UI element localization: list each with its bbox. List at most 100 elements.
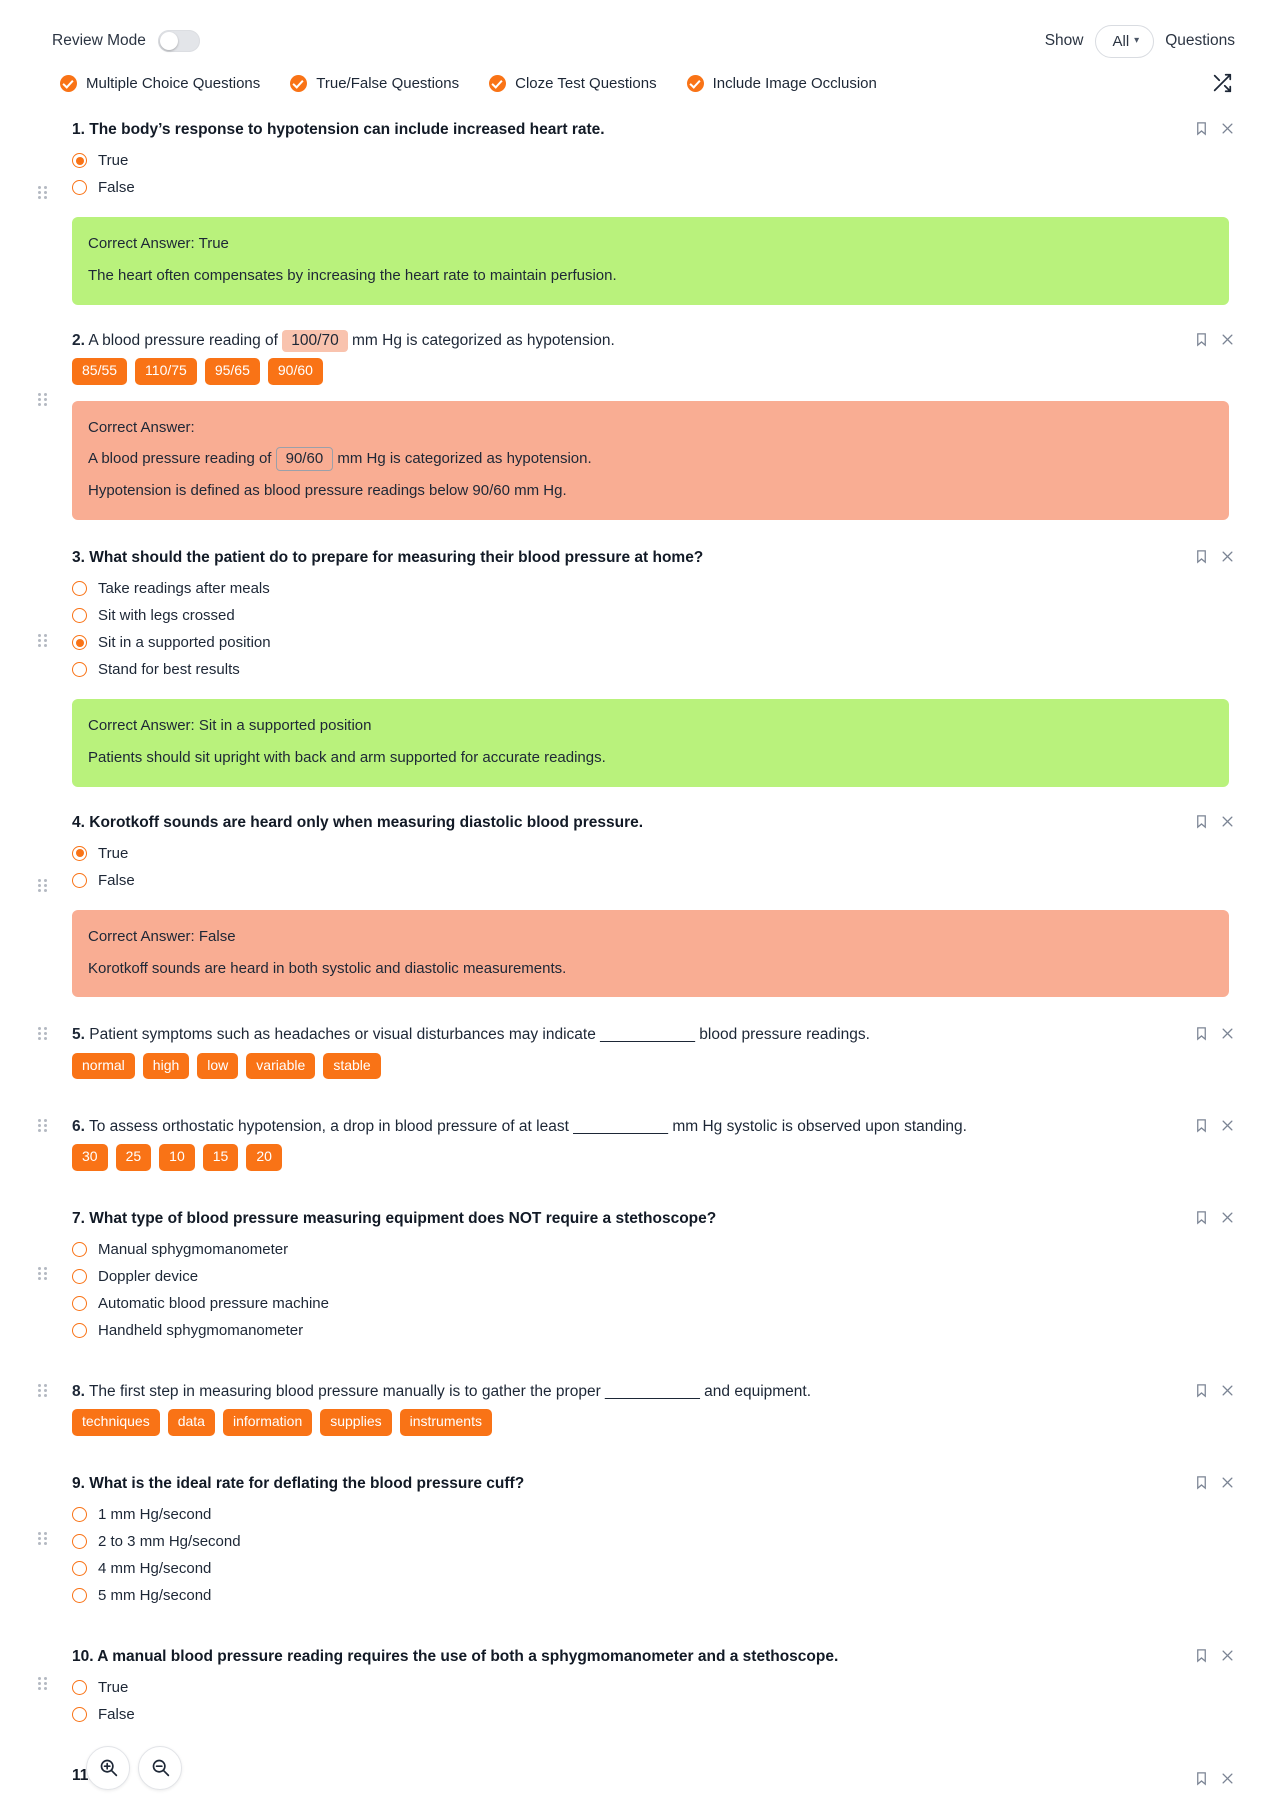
bookmark-icon[interactable] (1194, 1210, 1209, 1225)
option-row[interactable]: 4 mm Hg/second (72, 1555, 1235, 1582)
close-icon[interactable] (1220, 1118, 1235, 1133)
drag-handle[interactable] (38, 878, 48, 892)
radio-button[interactable] (72, 608, 87, 623)
cloze-chip[interactable]: 95/65 (204, 358, 260, 385)
cloze-chip[interactable]: 110/75 (135, 358, 197, 385)
cloze-chip[interactable]: supplies (320, 1409, 392, 1436)
cloze-chip[interactable]: 85/55 (72, 358, 128, 385)
bookmark-icon[interactable] (1194, 814, 1209, 829)
drag-handle[interactable] (38, 1531, 48, 1545)
cloze-chip[interactable]: 10 (159, 1144, 195, 1171)
close-icon[interactable] (1220, 121, 1235, 136)
option-row[interactable]: 1 mm Hg/second (72, 1501, 1235, 1528)
option-row[interactable]: Doppler device (72, 1263, 1235, 1290)
option-row[interactable]: False (72, 174, 1235, 201)
cloze-blank-filled[interactable]: 100/70 (282, 329, 348, 352)
bookmark-icon[interactable] (1194, 1383, 1209, 1398)
bookmark-icon[interactable] (1194, 1026, 1209, 1041)
option-row[interactable]: Stand for best results (72, 656, 1235, 683)
close-icon[interactable] (1220, 1383, 1235, 1398)
drag-handle[interactable] (38, 392, 48, 406)
cloze-chip[interactable]: 15 (202, 1144, 239, 1171)
radio-button[interactable] (72, 662, 87, 677)
close-icon[interactable] (1220, 1771, 1235, 1786)
radio-button[interactable] (72, 1242, 87, 1257)
close-icon[interactable] (1220, 1026, 1235, 1041)
drag-handle[interactable] (38, 1119, 48, 1132)
close-icon[interactable] (1220, 1648, 1235, 1663)
radio-button[interactable] (72, 1507, 87, 1522)
cloze-chip[interactable]: 90/60 (267, 358, 323, 385)
close-icon[interactable] (1220, 1475, 1235, 1490)
option-row[interactable]: Handheld sphygmomanometer (72, 1317, 1235, 1344)
close-icon[interactable] (1220, 1210, 1235, 1225)
cloze-chip[interactable]: 20 (246, 1144, 282, 1171)
cloze-blank-empty[interactable]: ___________ (573, 1118, 668, 1135)
cloze-chip[interactable]: high (142, 1052, 190, 1079)
show-count-select[interactable]: All ▾ (1094, 24, 1155, 58)
radio-button[interactable] (72, 1269, 87, 1284)
option-row[interactable]: 2 to 3 mm Hg/second (72, 1528, 1235, 1555)
cloze-chip[interactable]: stable (323, 1052, 381, 1079)
option-row[interactable]: Manual sphygmomanometer (72, 1236, 1235, 1263)
radio-button[interactable] (72, 153, 87, 169)
option-row[interactable]: True (72, 1674, 1235, 1701)
radio-button[interactable] (72, 1707, 87, 1723)
radio-button[interactable] (72, 845, 87, 861)
option-row[interactable]: Sit with legs crossed (72, 602, 1235, 629)
option-row[interactable]: Take readings after meals (72, 575, 1235, 602)
filter-image-occlusion[interactable]: Include Image Occlusion (686, 74, 877, 92)
radio-button[interactable] (72, 180, 87, 196)
cloze-chip[interactable]: techniques (72, 1409, 160, 1436)
shuffle-icon[interactable] (1209, 70, 1235, 96)
filter-true-false[interactable]: True/False Questions (290, 74, 459, 92)
option-row[interactable]: False (72, 1701, 1235, 1728)
cloze-chip[interactable]: 25 (115, 1144, 152, 1171)
drag-handle[interactable] (38, 1677, 48, 1690)
cloze-chip[interactable]: low (197, 1052, 239, 1079)
filter-multiple-choice[interactable]: Multiple Choice Questions (60, 74, 260, 92)
drag-handle[interactable] (38, 633, 48, 647)
radio-button[interactable] (72, 1588, 87, 1603)
cloze-chip[interactable]: 30 (72, 1144, 108, 1171)
cloze-chip[interactable]: data (167, 1409, 215, 1436)
radio-button[interactable] (72, 872, 87, 888)
cloze-chip[interactable]: instruments (399, 1409, 492, 1436)
filter-cloze-test[interactable]: Cloze Test Questions (489, 74, 657, 92)
cloze-chip[interactable]: information (222, 1409, 313, 1436)
radio-button[interactable] (72, 1680, 87, 1696)
cloze-blank-empty[interactable]: ___________ (605, 1383, 700, 1400)
option-row[interactable]: False (72, 867, 1235, 894)
close-icon[interactable] (1220, 814, 1235, 829)
option-row[interactable]: Sit in a supported position (72, 629, 1235, 656)
cloze-chip[interactable]: variable (246, 1052, 316, 1079)
radio-button[interactable] (72, 1296, 87, 1311)
bookmark-icon[interactable] (1194, 549, 1209, 564)
drag-handle[interactable] (38, 1384, 48, 1397)
option-row[interactable]: Automatic blood pressure machine (72, 1290, 1235, 1317)
cloze-blank-empty[interactable]: ___________ (600, 1026, 695, 1043)
cloze-chip[interactable]: normal (72, 1052, 135, 1079)
close-icon[interactable] (1220, 549, 1235, 564)
bookmark-icon[interactable] (1194, 1475, 1209, 1490)
bookmark-icon[interactable] (1194, 121, 1209, 136)
radio-button[interactable] (72, 635, 87, 650)
option-row[interactable]: True (72, 840, 1235, 867)
radio-button[interactable] (72, 1561, 87, 1576)
zoom-in-icon[interactable] (86, 1745, 130, 1790)
drag-handle[interactable] (38, 1027, 48, 1041)
close-icon[interactable] (1220, 332, 1235, 347)
drag-handle[interactable] (38, 186, 48, 199)
bookmark-icon[interactable] (1194, 1648, 1209, 1663)
drag-handle[interactable] (38, 1266, 48, 1280)
bookmark-icon[interactable] (1194, 1118, 1209, 1133)
option-row[interactable]: 5 mm Hg/second (72, 1582, 1235, 1609)
radio-button[interactable] (72, 1534, 87, 1549)
radio-button[interactable] (72, 581, 87, 596)
bookmark-icon[interactable] (1194, 332, 1209, 347)
option-row[interactable]: True (72, 147, 1235, 174)
bookmark-icon[interactable] (1194, 1771, 1209, 1786)
radio-button[interactable] (72, 1323, 87, 1338)
zoom-out-icon[interactable] (138, 1745, 182, 1790)
review-mode-toggle[interactable] (157, 30, 200, 52)
